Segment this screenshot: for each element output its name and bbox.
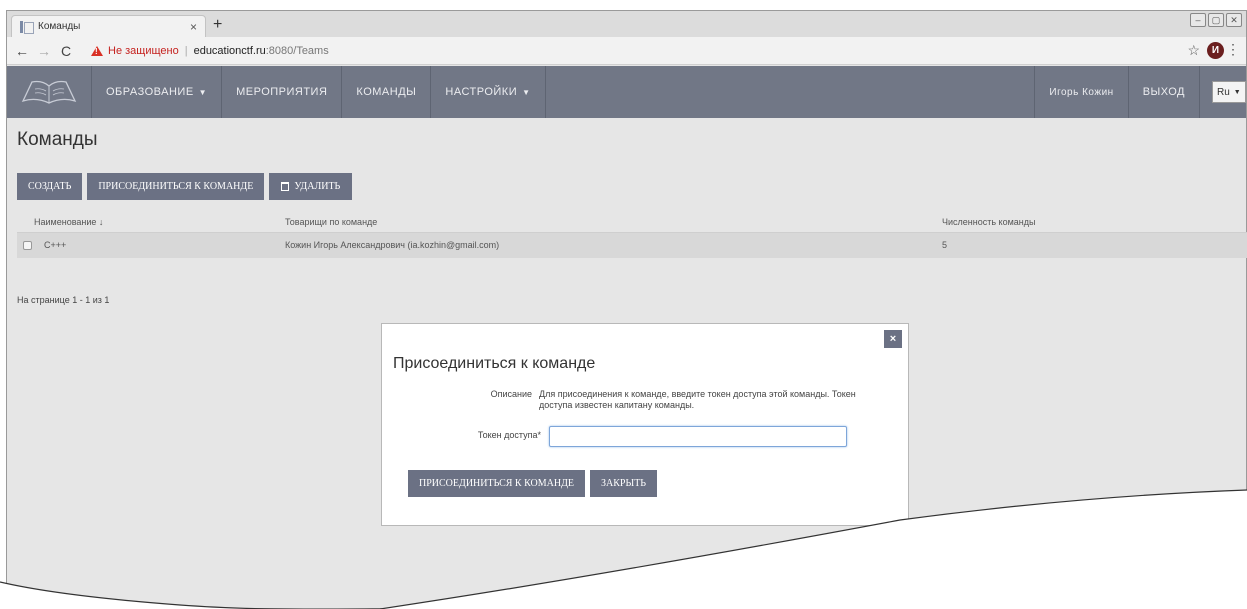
screenshot-stage: Команды × + – ▢ ✕ ← → C Не защищено | ed…	[0, 0, 1247, 609]
torn-edge-overlay	[0, 489, 1247, 609]
